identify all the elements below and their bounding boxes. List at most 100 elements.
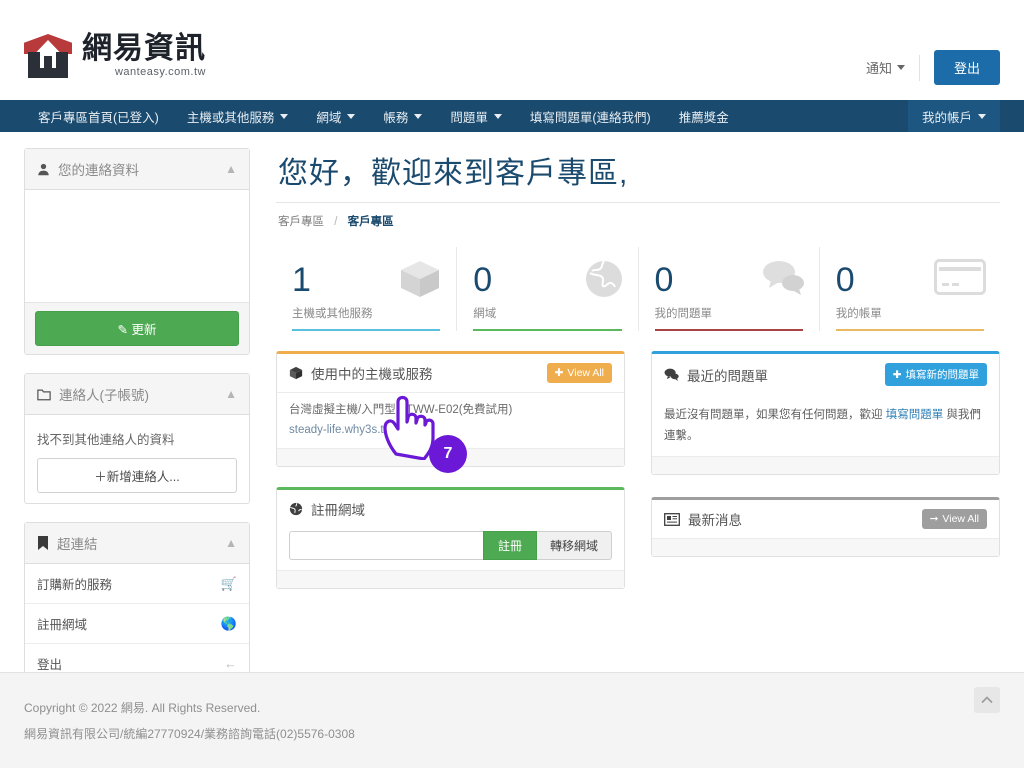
recent-tickets-widget: 最近的問題單 ✚ 填寫新的問題單 最近沒有問題單，如果您有任何問題，歡迎 填寫問… — [651, 351, 1000, 476]
user-icon — [37, 163, 50, 176]
arrow-right-icon: ➞ — [929, 513, 939, 526]
chevron-up-icon[interactable]: ▲ — [225, 388, 237, 400]
contact-details-title: 您的連絡資料 — [58, 163, 139, 178]
logout-button[interactable]: 登出 — [933, 50, 1000, 85]
main-content: 您好，歡迎來到客戶專區, 客戶專區 / 客戶專區 1 主機或其他服務 0 網域 — [276, 148, 1000, 672]
stat-card-services[interactable]: 1 主機或其他服務 — [276, 247, 458, 331]
breadcrumb: 客戶專區 / 客戶專區 — [276, 202, 1000, 229]
news-view-all-button[interactable]: ➞ View All — [921, 509, 987, 530]
quicklinks-list: 訂購新的服務 🛒 註冊網域 🌎 登出 ← — [25, 564, 249, 683]
header-divider — [918, 54, 920, 81]
latest-news-header: 最新消息 ➞ View All — [652, 500, 999, 538]
nav-item-affiliate[interactable]: 推薦獎金 — [665, 100, 743, 132]
quicklink-register-domain[interactable]: 註冊網域 🌎 — [25, 604, 249, 644]
add-contact-button[interactable]: ＋新增連絡人... — [37, 458, 237, 493]
news-view-all-label: View All — [942, 513, 979, 526]
site-logo[interactable]: 網易資訊 wanteasy.com.tw — [24, 32, 206, 80]
quicklink-order-new-service[interactable]: 訂購新的服務 🛒 — [25, 564, 249, 604]
contact-details-header[interactable]: 您的連絡資料 ▲ — [25, 149, 249, 190]
tickets-text-prefix: 最近沒有問題單，如果您有任何問題，歡迎 — [664, 409, 886, 421]
domain-search-form: 註冊 轉移網域 — [289, 531, 612, 561]
nav-item-contact[interactable]: 填寫問題單(連絡我們) — [516, 100, 665, 132]
widgets-right-column: 最近的問題單 ✚ 填寫新的問題單 最近沒有問題單，如果您有任何問題，歡迎 填寫問… — [651, 351, 1000, 609]
page-title: 您好，歡迎來到客戶專區, — [278, 157, 629, 190]
register-domain-title: 註冊網域 — [311, 503, 365, 519]
widgets-grid: 使用中的主機或服務 ✚ View All 台灣虛擬主機/入門型 - TWW-E0… — [276, 351, 1000, 609]
notifications-dropdown[interactable]: 通知 — [866, 58, 905, 77]
quicklinks-header[interactable]: 超連結 ▲ — [25, 523, 249, 564]
plus-icon: ✚ — [554, 367, 564, 379]
stat-underline — [835, 329, 984, 331]
arrow-left-icon: ← — [224, 656, 237, 671]
nav-items: 客戶專區首頁(已登入) 主機或其他服務 網域 帳務 問題單 填寫問題單(連絡我們… — [0, 100, 743, 132]
chevron-down-icon — [896, 65, 905, 70]
update-contact-button[interactable]: ✎ 更新 — [35, 311, 239, 346]
active-services-title: 使用中的主機或服務 — [311, 367, 433, 382]
domain-search-input[interactable] — [289, 531, 483, 561]
chevron-down-icon — [347, 113, 356, 119]
nav-right: 我的帳戶 — [907, 100, 1024, 132]
active-services-widget: 使用中的主機或服務 ✚ View All 台灣虛擬主機/入門型 - TWW-E0… — [276, 351, 625, 468]
nav-item-domains[interactable]: 網域 — [302, 100, 369, 132]
nav-item-home[interactable]: 客戶專區首頁(已登入) — [24, 100, 173, 132]
logo-title-cn: 網易資訊 — [82, 32, 206, 65]
chevron-down-icon — [414, 113, 423, 119]
nav-label: 填寫問題單(連絡我們) — [529, 110, 651, 125]
register-domain-button[interactable]: 註冊 — [482, 531, 537, 561]
notifications-label: 通知 — [865, 61, 892, 76]
nav-item-billing[interactable]: 帳務 — [369, 100, 436, 132]
subaccounts-panel: 連絡人(子帳號) ▲ 找不到其他連絡人的資料 ＋新增連絡人... — [24, 373, 250, 504]
stats-row: 1 主機或其他服務 0 網域 0 我的問題單 0 我的帳單 — [276, 247, 1000, 331]
active-services-header: 使用中的主機或服務 ✚ View All — [277, 354, 624, 393]
nav-item-my-account[interactable]: 我的帳戶 — [907, 100, 1000, 132]
widgets-left-column: 使用中的主機或服務 ✚ View All 台灣虛擬主機/入門型 - TWW-E0… — [276, 351, 625, 609]
service-domain-link[interactable]: steady-life.why3s.tw — [289, 421, 612, 441]
subaccounts-empty-text: 找不到其他連絡人的資料 — [37, 433, 175, 447]
pencil-icon: ✎ — [117, 323, 128, 337]
register-domain-widget: 註冊網域 註冊 轉移網域 — [276, 487, 625, 590]
nav-item-services[interactable]: 主機或其他服務 — [173, 100, 303, 132]
transfer-domain-button[interactable]: 轉移網域 — [536, 531, 612, 561]
stat-underline — [654, 329, 803, 331]
register-domain-body: 註冊 轉移網域 — [277, 521, 624, 570]
new-ticket-button[interactable]: ✚ 填寫新的問題單 — [884, 363, 987, 386]
stat-label: 我的問題單 — [654, 308, 713, 320]
stat-underline — [473, 329, 622, 331]
globe-icon: 🌎 — [220, 615, 237, 631]
recent-tickets-footer — [652, 456, 999, 475]
stat-label: 網域 — [473, 308, 497, 320]
nav-item-tickets[interactable]: 問題單 — [436, 100, 516, 132]
logo-title-en: wanteasy.com.tw — [114, 66, 206, 78]
recent-tickets-title: 最近的問題單 — [687, 368, 768, 384]
main-navigation: 客戶專區首頁(已登入) 主機或其他服務 網域 帳務 問題單 填寫問題單(連絡我們… — [0, 100, 1024, 132]
subaccounts-body: 找不到其他連絡人的資料 ＋新增連絡人... — [25, 415, 249, 503]
plus-icon: ✚ — [892, 368, 902, 381]
stat-card-domains[interactable]: 0 網域 — [457, 247, 639, 331]
nav-label: 主機或其他服務 — [186, 110, 275, 125]
nav-label: 帳務 — [383, 110, 409, 125]
latest-news-title: 最新消息 — [688, 513, 742, 529]
latest-news-widget: 最新消息 ➞ View All — [651, 497, 1000, 558]
subaccounts-header[interactable]: 連絡人(子帳號) ▲ — [25, 374, 249, 415]
services-view-all-label: View All — [567, 367, 604, 379]
creditcard-icon — [934, 259, 986, 300]
scroll-to-top-button[interactable] — [974, 687, 1000, 713]
sidebar: 您的連絡資料 ▲ ✎ 更新 連絡人(子帳號) ▲ 找不到其他連絡人的資料 ＋新增… — [24, 148, 250, 684]
register-domain-footer — [277, 570, 624, 589]
chevron-down-icon — [280, 113, 289, 119]
news-icon — [664, 512, 680, 526]
services-view-all-button[interactable]: ✚ View All — [546, 363, 612, 383]
box-icon — [289, 366, 303, 380]
contact-details-panel: 您的連絡資料 ▲ ✎ 更新 — [24, 148, 250, 355]
stat-card-invoices[interactable]: 0 我的帳單 — [820, 247, 1000, 331]
tickets-submit-link[interactable]: 填寫問題單 — [886, 409, 944, 421]
chat-icon — [664, 368, 679, 381]
stat-card-tickets[interactable]: 0 我的問題單 — [639, 247, 820, 331]
site-footer: Copyright © 2022 網易. All Rights Reserved… — [0, 672, 1024, 768]
active-services-body: 台灣虛擬主機/入門型 - TWW-E02(免費試用) steady-life.w… — [277, 393, 624, 448]
footer-copyright: Copyright © 2022 網易. All Rights Reserved… — [24, 701, 261, 715]
chevron-up-icon[interactable]: ▲ — [225, 163, 237, 175]
breadcrumb-parent[interactable]: 客戶專區 — [278, 216, 324, 228]
chat-icon — [761, 259, 805, 302]
chevron-up-icon[interactable]: ▲ — [225, 537, 237, 549]
